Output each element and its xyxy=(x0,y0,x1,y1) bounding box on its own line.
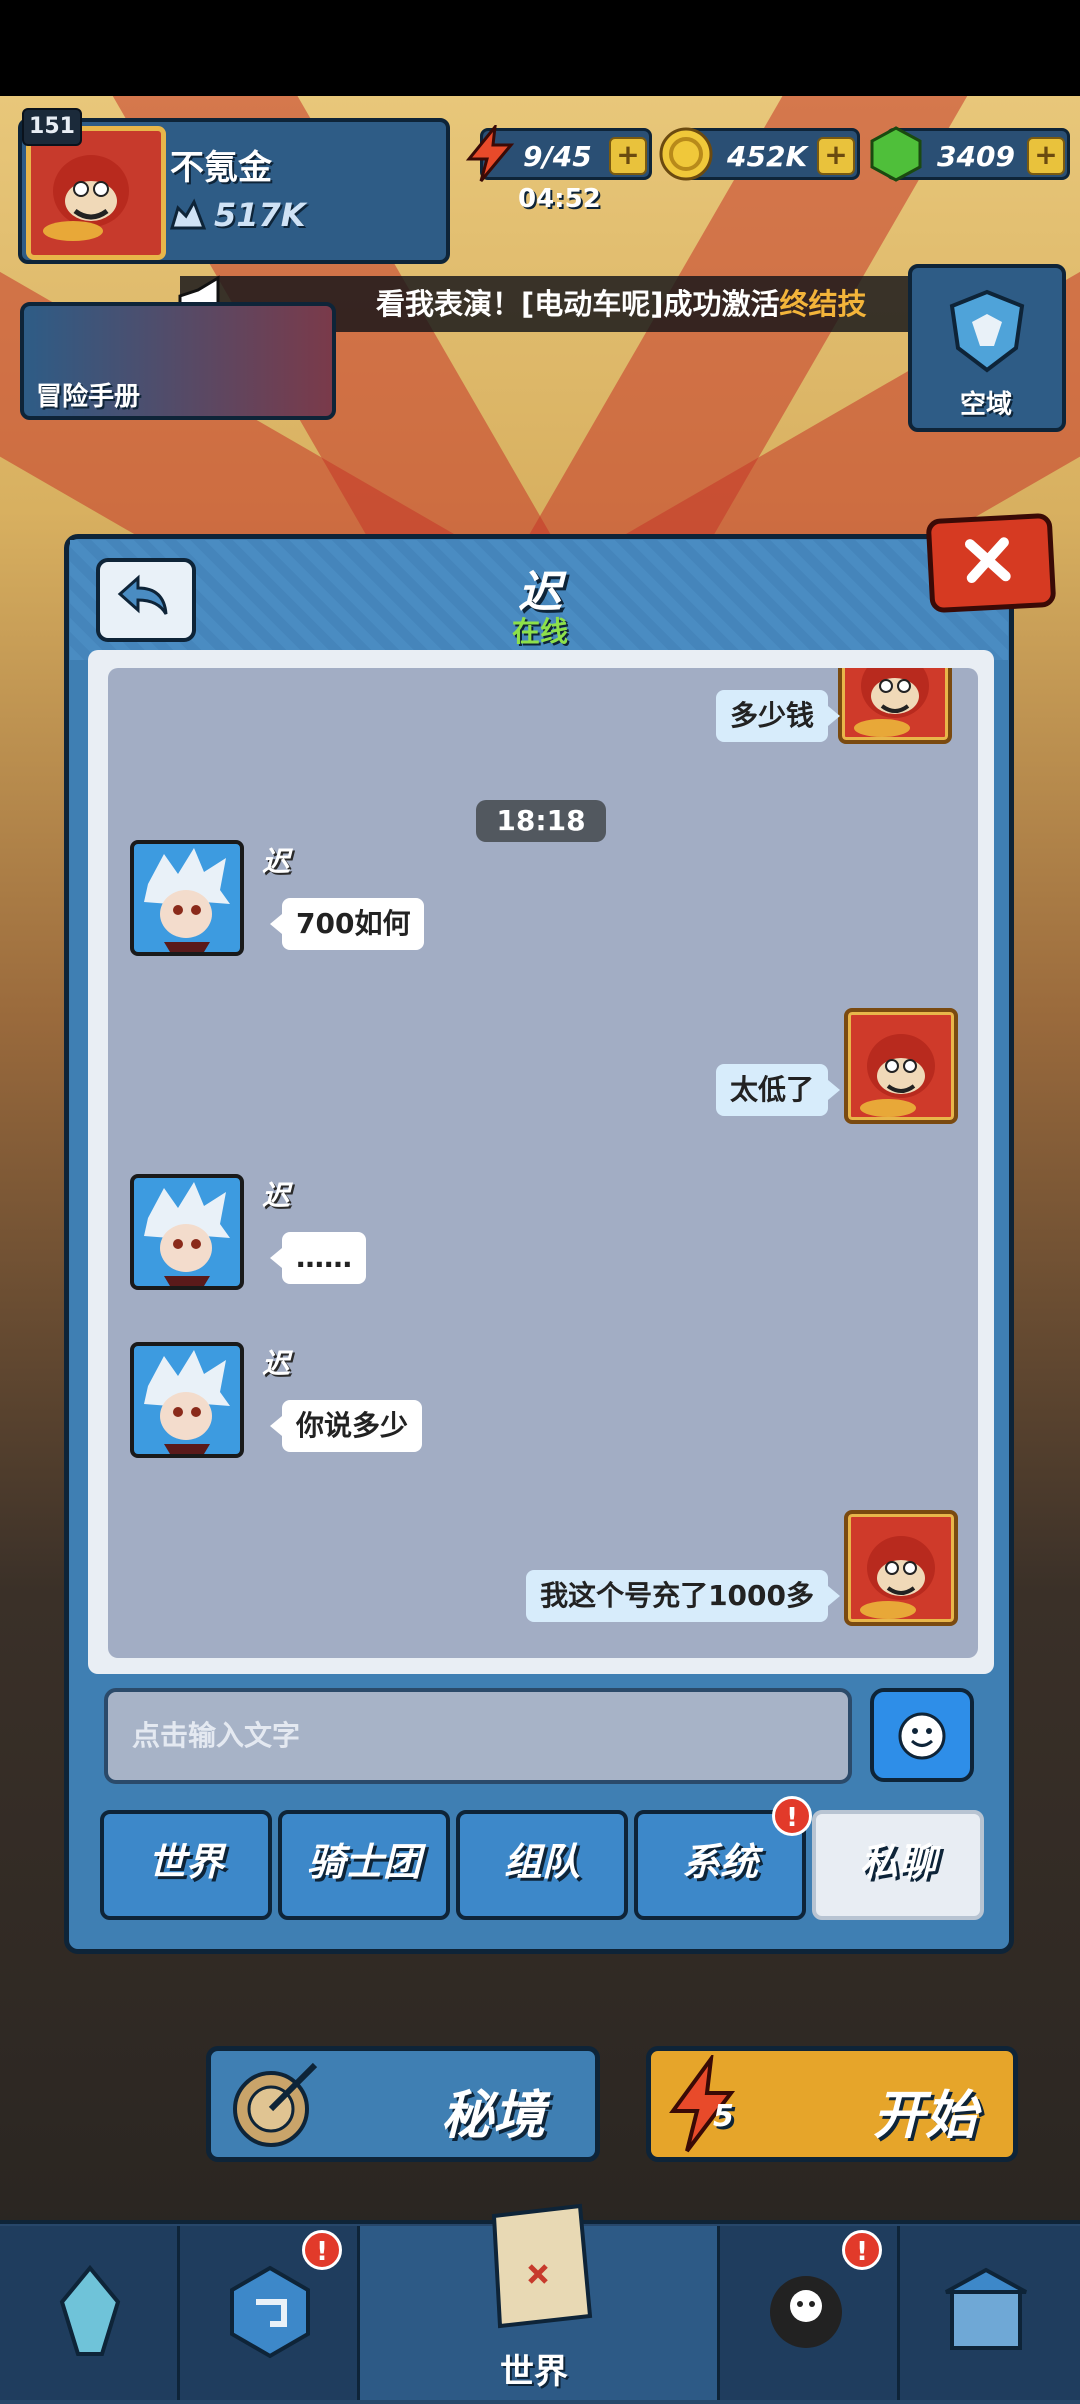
energy-value: 9/45 xyxy=(523,140,592,173)
player-name: 不氪金 xyxy=(170,148,272,188)
lightning-icon xyxy=(465,125,515,182)
gem-resource[interactable]: 3409 + xyxy=(870,126,1070,182)
character-icon xyxy=(770,2276,842,2348)
system-notification-badge: ! xyxy=(772,1796,812,1836)
gold-coin-icon xyxy=(659,127,713,181)
message-sender: 迟 xyxy=(262,845,291,878)
partner-avatar-icon xyxy=(144,848,230,952)
self-avatar[interactable] xyxy=(844,1008,958,1124)
message-bubble-self: 多少钱 xyxy=(715,690,841,742)
message-timestamp: 18:18 xyxy=(476,800,606,842)
partner-avatar[interactable] xyxy=(130,1342,244,1458)
power-icon xyxy=(168,198,208,236)
message-bubble-partner: 700如何 xyxy=(269,898,425,950)
nav-item-dungeon[interactable]: ! xyxy=(180,2226,360,2400)
adventure-book-button[interactable]: 冒险手册 xyxy=(20,302,336,420)
message-bubble-self: 我这个号充了1000多 xyxy=(526,1570,840,1622)
back-arrow-icon xyxy=(117,574,168,615)
tab-world[interactable]: 世界 xyxy=(100,1810,272,1920)
energy-resource[interactable]: 9/45 + xyxy=(465,125,652,182)
announcement-highlight: 终结技 xyxy=(779,287,867,321)
add-gem-button[interactable]: + xyxy=(1027,137,1065,175)
status-bar xyxy=(0,0,1080,96)
pets-notification-badge: ! xyxy=(842,2230,882,2270)
message-sender: 迟 xyxy=(262,1347,291,1380)
adventure-book-label: 冒险手册 xyxy=(36,382,141,412)
self-avatar[interactable] xyxy=(844,1510,958,1626)
tab-knights[interactable]: 骑士团 xyxy=(278,1810,450,1920)
emoji-button[interactable] xyxy=(870,1688,974,1782)
shop-icon xyxy=(945,2267,1027,2350)
player-level-badge: 151 xyxy=(22,108,82,146)
secret-realm-label: 秘境 xyxy=(441,2086,546,2146)
close-button[interactable] xyxy=(925,512,1057,614)
player-avatar[interactable] xyxy=(26,126,166,260)
green-gem-icon xyxy=(870,126,922,182)
nav-world-label: 世界 xyxy=(500,2352,568,2392)
partner-avatar-icon xyxy=(144,1182,230,1286)
gold-value: 452K xyxy=(727,140,808,173)
back-button[interactable] xyxy=(96,558,196,642)
add-energy-button[interactable]: + xyxy=(609,137,647,175)
start-button[interactable]: 5 开始 xyxy=(646,2046,1018,2162)
message-bubble-self: 太低了 xyxy=(715,1064,841,1116)
chat-partner-status: 在线 xyxy=(511,615,568,648)
dungeon-notification-badge: ! xyxy=(302,2230,342,2270)
start-label: 开始 xyxy=(873,2086,978,2146)
message-bubble-partner: 你说多少 xyxy=(269,1400,423,1452)
self-avatar-icon xyxy=(854,668,929,737)
partner-avatar[interactable] xyxy=(130,840,244,956)
secret-realm-button[interactable]: 秘境 xyxy=(206,2046,600,2162)
hexagon-emblem-icon xyxy=(230,2265,310,2359)
sky-domain-label: 空域 xyxy=(960,390,1013,420)
map-icon xyxy=(491,2203,593,2329)
nav-item-world[interactable]: 世界 xyxy=(360,2203,720,2400)
add-gold-button[interactable]: + xyxy=(817,137,855,175)
gem-value: 3409 xyxy=(937,140,1015,173)
self-avatar[interactable] xyxy=(838,668,952,744)
message-list[interactable]: 多少钱 18:18 迟 700如何 太低了 迟 …… 迟 你说多少 我这个号充了… xyxy=(108,668,978,1658)
player-avatar-icon xyxy=(43,155,129,241)
tab-team[interactable]: 组队 xyxy=(456,1810,628,1920)
nav-item-pets[interactable]: ! xyxy=(720,2226,900,2400)
self-avatar-icon xyxy=(860,1536,935,1619)
partner-avatar[interactable] xyxy=(130,1174,244,1290)
partner-avatar-icon xyxy=(144,1350,230,1454)
nav-item-hero[interactable] xyxy=(0,2226,180,2400)
crystal-icon xyxy=(59,2264,121,2356)
nav-item-shop[interactable] xyxy=(900,2226,1080,2400)
close-icon xyxy=(964,537,1011,584)
announcement-text: 看我表演！[电动车呢]成功激活 xyxy=(376,287,780,321)
start-cost: 5 xyxy=(713,2099,734,2134)
sky-domain-button[interactable]: 空域 xyxy=(908,264,1066,432)
message-sender: 迟 xyxy=(262,1179,291,1212)
target-icon xyxy=(233,2062,318,2147)
emoji-smiley-icon xyxy=(898,1712,946,1760)
self-avatar-icon xyxy=(860,1034,935,1117)
energy-timer: 04:52 xyxy=(518,184,601,214)
message-bubble-partner: …… xyxy=(270,1232,366,1284)
gold-resource[interactable]: 452K + xyxy=(659,127,860,181)
chat-input[interactable]: 点击输入文字 xyxy=(104,1688,852,1784)
player-power: 517K xyxy=(214,196,306,234)
tab-private-chat[interactable]: 私聊 xyxy=(812,1810,984,1920)
shield-icon xyxy=(949,289,1025,373)
